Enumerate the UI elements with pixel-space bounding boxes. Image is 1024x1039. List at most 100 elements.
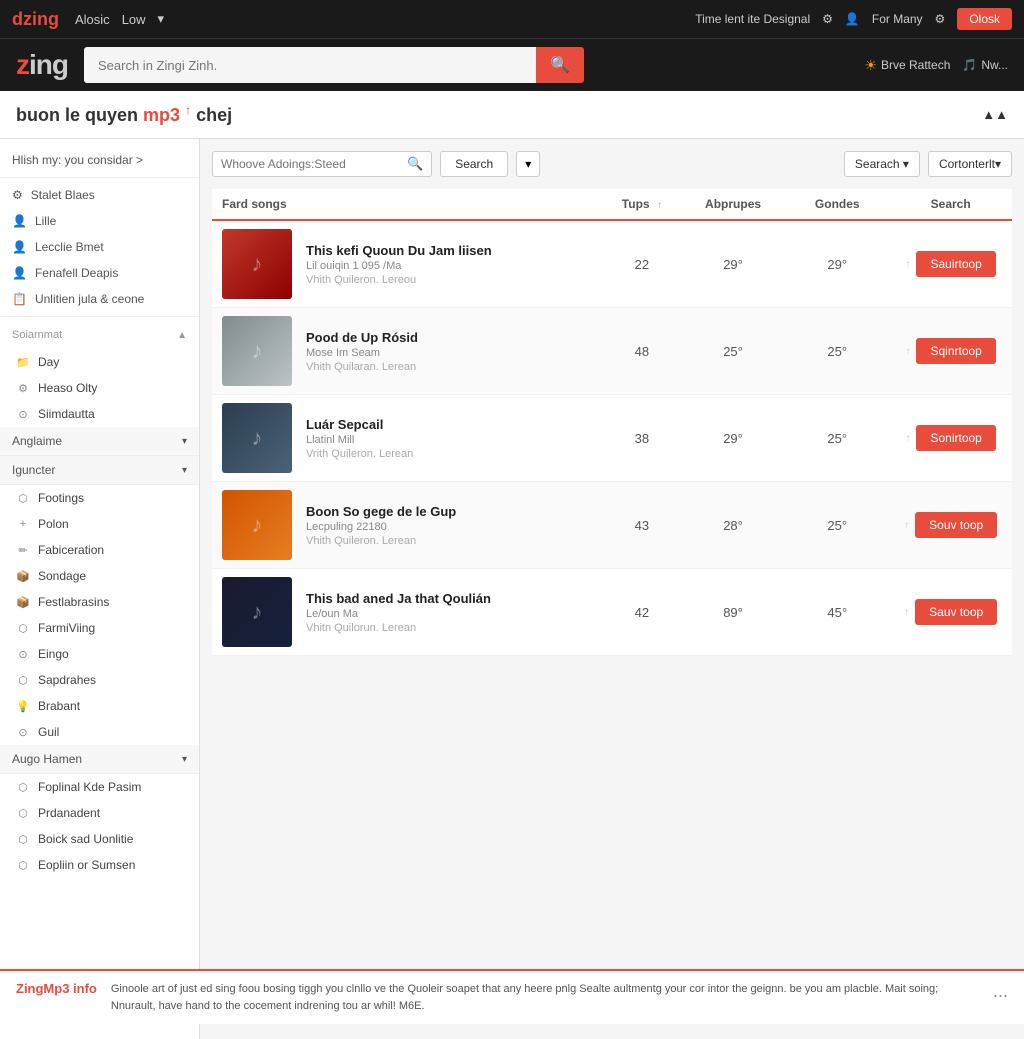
sidebar-item-eopliin[interactable]: ⬡ Eopliin or Sumsen (0, 852, 199, 878)
festlabrasins-label: Festlabrasins (38, 595, 109, 609)
songs-table: Fard songs Tups ↑ Abprupes Gondes Search (212, 189, 1012, 656)
music-icon: 🎵 (962, 58, 977, 72)
song-title-3: Boon So gege de le Gup (306, 504, 456, 519)
sidebar-item-fabiceration[interactable]: ✏ Fabiceration (0, 537, 199, 563)
sidebar-item-sondage[interactable]: 📦 Sondage (0, 563, 199, 589)
page-header: buon le quyen mp3 ↑ chej ▲▲ (0, 91, 1024, 139)
song-btn-4[interactable]: Sauv toop (915, 599, 997, 625)
sidebar-item-sapdrahes[interactable]: ⬡ Sapdrahes (0, 667, 199, 693)
song-title-0: This kefi Quoun Du Jam liisen (306, 243, 492, 258)
page-title: buon le quyen mp3 ↑ chej (16, 103, 232, 126)
song-thumbnail-1[interactable]: ♪ (222, 316, 292, 386)
soiarnmat-header[interactable]: Soiarnmat ▲ (0, 321, 199, 349)
fenafell-label: Fenafell Deapis (35, 266, 118, 280)
footer-logo: ZingMp3 info (16, 981, 97, 996)
song-thumbnail-3[interactable]: ♪ (222, 490, 292, 560)
sidebar-item-polon[interactable]: + Polon (0, 511, 199, 537)
song-subtitle-2: Vrith Quileron. Lerean (306, 448, 413, 460)
fabiceration-label: Fabiceration (38, 543, 104, 557)
song-thumbnail-4[interactable]: ♪ (222, 577, 292, 647)
expand-icon[interactable]: ▲▲ (982, 107, 1008, 122)
fenafell-icon: 👤 (12, 266, 27, 280)
siimdautta-icon: ⊙ (16, 408, 30, 421)
song-thumbnail-2[interactable]: ♪ (222, 403, 292, 473)
sidebar-item-boick[interactable]: ⬡ Boick sad Uonlitie (0, 826, 199, 852)
iguncter-header[interactable]: Iguncter ▾ (0, 456, 199, 485)
col-abprupes: Abprupes (681, 189, 785, 220)
iguncter-chevron: ▾ (182, 465, 187, 476)
song-tups-3: 43 (603, 482, 681, 569)
guil-label: Guil (38, 725, 59, 739)
lecclie-label: Lecclie Bmet (35, 240, 104, 254)
sidebar-item-heaso[interactable]: ⚙ Heaso Olty (0, 375, 199, 401)
close-button[interactable]: Olosk (957, 8, 1012, 30)
sidebar-item-eingo[interactable]: ⊙ Eingo (0, 641, 199, 667)
song-gondes-0: 29° (785, 220, 889, 308)
sidebar-item-footings[interactable]: ⬡ Footings (0, 485, 199, 511)
search-input[interactable] (84, 47, 536, 83)
sidebar-item-foplinal[interactable]: ⬡ Foplinal Kde Pasim (0, 774, 199, 800)
sidebar-divider-1 (0, 177, 199, 178)
col-songs: Fard songs (212, 189, 603, 220)
fabiceration-icon: ✏ (16, 544, 30, 557)
col-tups: Tups ↑ (603, 189, 681, 220)
table-row: ♪ This bad aned Ja that Qoulián Le/oun M… (212, 569, 1012, 656)
sidebar-item-brabant[interactable]: 💡 Brabant (0, 693, 199, 719)
footings-label: Footings (38, 491, 84, 505)
sidebar-item-prdanadent[interactable]: ⬡ Prdanadent (0, 800, 199, 826)
song-btn-1[interactable]: Sqinrtoop (916, 338, 995, 364)
song-cell-0: ♪ This kefi Quoun Du Jam liisen Lil ouiq… (212, 220, 603, 308)
sondage-icon: 📦 (16, 570, 30, 583)
song-artist-1: Mose Im Seam (306, 347, 418, 359)
sidebar-item-farmviing[interactable]: ⬡ FarmiViing (0, 615, 199, 641)
filter-text-input[interactable] (221, 157, 401, 171)
nav-link-low[interactable]: Low (122, 12, 146, 27)
sidebar-item-fenafell[interactable]: 👤 Fenafell Deapis (0, 260, 199, 286)
sort-arrow-1: ↑ (905, 346, 910, 357)
anglaime-chevron: ▾ (182, 436, 187, 447)
search-button[interactable]: 🔍 (536, 47, 584, 83)
day-icon: 📁 (16, 356, 30, 369)
song-title-2: Luár Sepcail (306, 417, 413, 432)
sidebar-item-stalet[interactable]: ⚙ Stalet Blaes (0, 182, 199, 208)
sidebar-item-lille[interactable]: 👤 Lille (0, 208, 199, 234)
filter-sort-btn[interactable]: Cortonterlt▾ (928, 151, 1012, 177)
sidebar-item-day[interactable]: 📁 Day (0, 349, 199, 375)
logo-z: z (16, 49, 29, 80)
song-tups-4: 42 (603, 569, 681, 656)
footer-dots-button[interactable]: ... (993, 981, 1008, 1002)
song-btn-3[interactable]: Souv toop (915, 512, 997, 538)
lille-label: Lille (35, 214, 56, 228)
anglaime-header[interactable]: Anglaime ▾ (0, 427, 199, 456)
day-label: Day (38, 355, 59, 369)
breadcrumb-item[interactable]: Hlish my: you considar > (0, 147, 199, 173)
prdanadent-icon: ⬡ (16, 807, 30, 820)
song-gondes-1: 25° (785, 308, 889, 395)
sidebar-item-unlitien[interactable]: 📋 Unlitien jula & ceone (0, 286, 199, 312)
title-suffix: chej (196, 105, 232, 125)
siimdautta-label: Siimdautta (38, 407, 95, 421)
filter-right: Searach ▾ Cortonterlt▾ (844, 151, 1012, 177)
nav-link-alosic[interactable]: Alosic (75, 12, 110, 27)
tups-sort-icon[interactable]: ↑ (657, 200, 662, 211)
augo-hamen-header[interactable]: Augo Hamen ▾ (0, 745, 199, 774)
sidebar-item-guil[interactable]: ⊙ Guil (0, 719, 199, 745)
sidebar-item-lecclie[interactable]: 👤 Lecclie Bmet (0, 234, 199, 260)
eopliin-label: Eopliin or Sumsen (38, 858, 135, 872)
songs-body: ♪ This kefi Quoun Du Jam liisen Lil ouiq… (212, 220, 1012, 656)
sidebar-item-festlabrasins[interactable]: 📦 Festlabrasins (0, 589, 199, 615)
song-btn-2[interactable]: Sonirtoop (916, 425, 995, 451)
filter-search-right-btn[interactable]: Searach ▾ (844, 151, 920, 177)
sidebar-item-siimdautta[interactable]: ⊙ Siimdautta (0, 401, 199, 427)
song-thumbnail-0[interactable]: ♪ (222, 229, 292, 299)
song-title-1: Pood de Up Rósid (306, 330, 418, 345)
augo-hamen-label: Augo Hamen (12, 752, 82, 766)
filter-search-button[interactable]: Search (440, 151, 508, 177)
stalet-icon: ⚙ (12, 188, 23, 202)
filter-input-wrapper: 🔍 (212, 151, 432, 177)
top-nav-logo: dzing (12, 9, 59, 30)
nav-dropdown-icon[interactable]: ▾ (158, 11, 165, 27)
song-btn-0[interactable]: Sauirtoop (916, 251, 995, 277)
eingo-icon: ⊙ (16, 648, 30, 661)
filter-dropdown-button[interactable]: ▾ (516, 151, 540, 177)
